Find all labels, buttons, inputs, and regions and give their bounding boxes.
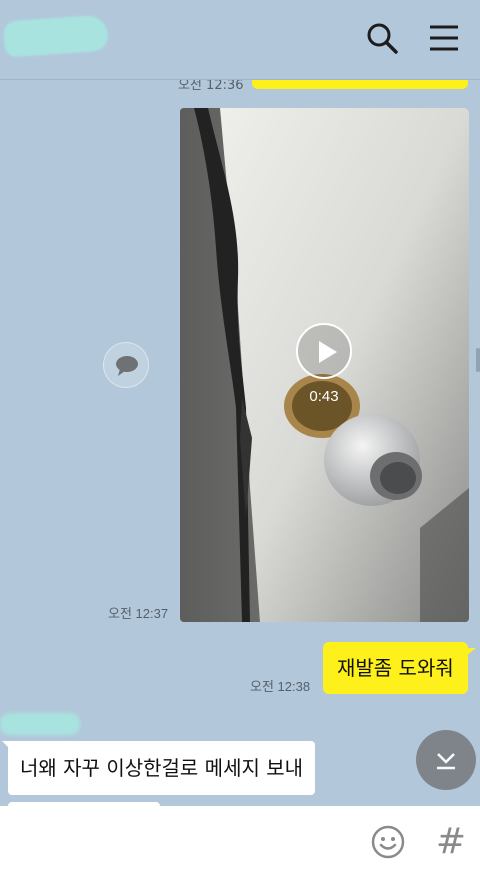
share-button[interactable] [103,342,149,388]
chat-message-list[interactable]: 오전 12:36 0:43 오전 12:37 재발좀 도와줘 오전 12:38 … [0,80,480,806]
video-message-time: 오전 12:37 [108,606,169,621]
video-message[interactable]: 0:43 [180,108,469,622]
hashtag-button[interactable]: # [432,820,470,864]
arrow-down-icon [437,753,455,770]
video-duration: 0:43 [309,388,339,405]
menu-button[interactable] [424,18,464,58]
search-icon [367,23,398,54]
scrollbar-handle[interactable] [476,348,480,372]
previous-message-time: 오전 12:36 [178,80,244,93]
outgoing-message-time: 오전 12:38 [250,679,311,694]
emoji-button[interactable] [370,824,406,860]
search-button[interactable] [362,18,402,58]
speech-bubble-icon [116,356,138,376]
menu-icon [430,25,458,51]
incoming-message-bubble[interactable]: 너왜 자꾸 이상한걸로 메세지 보내 [1,741,316,795]
chat-header [0,0,480,80]
message-input-bar: # [0,806,480,880]
chat-room-name-redacted [2,14,110,58]
message-input[interactable] [14,822,354,862]
outgoing-message-bubble[interactable]: 재발좀 도와줘 [323,642,476,694]
play-button[interactable] [296,323,352,379]
smiley-icon [371,825,405,859]
sender-name-redacted [0,713,80,735]
scroll-to-bottom-button[interactable] [416,730,476,790]
previous-message-bubble[interactable] [252,80,468,89]
